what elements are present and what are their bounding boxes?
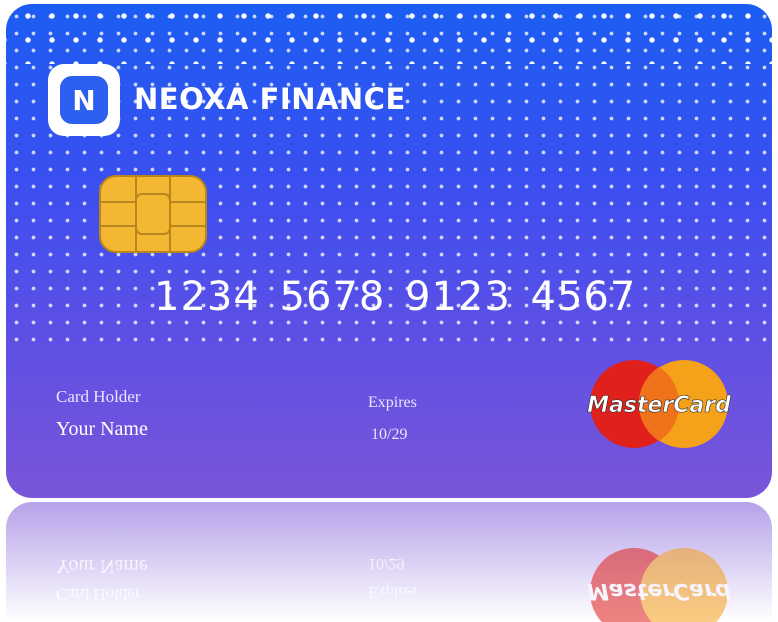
reflection-expires-value: 10/29 <box>368 555 405 572</box>
card-reflection: Your Name Card Holder 10/29 Expires Mast… <box>6 502 772 622</box>
reflection-mastercard-icon: MasterCard <box>587 548 731 622</box>
mastercard-wordmark: MasterCard <box>587 393 731 418</box>
brand-logo: N <box>48 64 120 136</box>
card-number: 1234 5678 9123 4567 <box>154 274 637 320</box>
reflection-holder-label: Card Holder <box>56 585 141 604</box>
expires-value: 10/29 <box>371 426 408 443</box>
dot-pattern-top <box>6 4 772 64</box>
brand-name: NEOXA FINANCE <box>134 82 406 116</box>
credit-card: N NEOXA FINANCE 1234 5678 9123 4567 Card… <box>6 4 772 498</box>
reflection-expires-label: Expires <box>368 583 417 600</box>
card-holder-name: Your Name <box>56 418 148 440</box>
reflection-holder-name: Your Name <box>56 555 148 577</box>
logo-letter: N <box>60 76 108 124</box>
mastercard-logo-icon: MasterCard <box>587 360 731 448</box>
expires-label: Expires <box>368 394 417 411</box>
chip-icon <box>99 175 207 253</box>
reflection-mastercard-wordmark: MasterCard <box>587 578 731 603</box>
card-holder-label: Card Holder <box>56 387 141 406</box>
